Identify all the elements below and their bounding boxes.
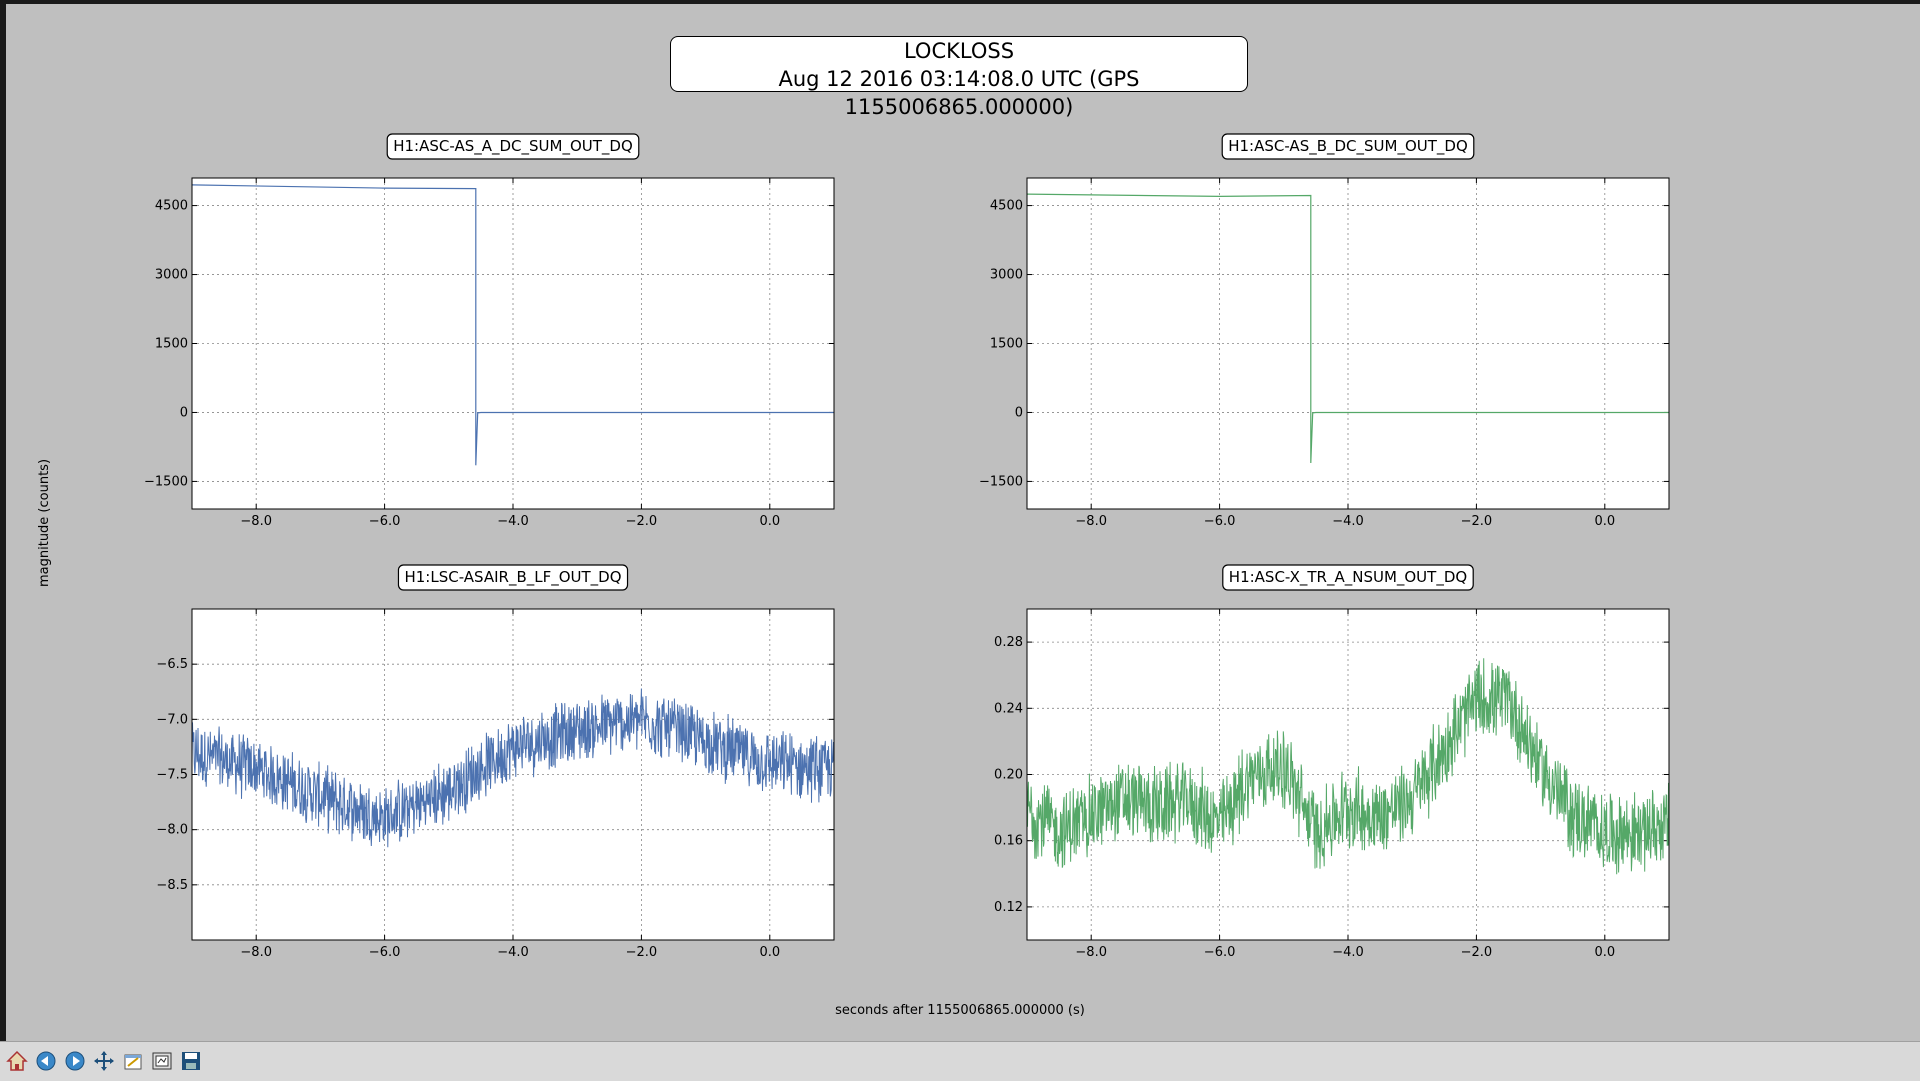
y-tick-label: −1500 — [979, 474, 1023, 489]
x-tick-label: −6.0 — [1204, 945, 1236, 960]
x-tick-label: −8.0 — [1075, 514, 1107, 529]
y-axis-label: magnitude (counts) — [37, 459, 52, 587]
home-icon — [6, 1050, 28, 1071]
y-tick-label: 1500 — [990, 337, 1023, 352]
y-tick-label: 3000 — [990, 268, 1023, 283]
x-tick-label: −4.0 — [497, 514, 529, 529]
y-tick-label: 0 — [180, 405, 188, 420]
x-tick-label: −8.0 — [1075, 945, 1107, 960]
y-tick-label: −6.5 — [156, 657, 188, 672]
subplot-title: H1:LSC-ASAIR_B_LF_OUT_DQ — [404, 568, 621, 587]
chart-panel-3: −8.0 −6.0 −4.0 −2.0 0.0 −8.5 −8.0 −7.5 −7.0 −6.5 H… — [156, 564, 835, 960]
home-button[interactable] — [4, 1048, 30, 1074]
y-tick-label: 4500 — [155, 199, 188, 214]
x-tick-label: −8.0 — [240, 945, 272, 960]
x-tick-label: −6.0 — [369, 945, 401, 960]
chart-panel-2: −8.0 −6.0 −4.0 −2.0 0.0 −1500 0 1500 3000 4500 H1:… — [979, 133, 1670, 529]
forward-button[interactable] — [62, 1048, 88, 1074]
pan-button[interactable] — [91, 1048, 117, 1074]
back-icon — [36, 1051, 56, 1071]
y-tick-label: 0 — [1015, 405, 1023, 420]
y-tick-label: −7.0 — [156, 712, 188, 727]
configure-button[interactable] — [120, 1048, 146, 1074]
x-tick-label: 0.0 — [759, 945, 780, 960]
chart-panel-1: −8.0 −6.0 −4.0 −2.0 0.0 −1500 0 1500 3000 4500 H1:… — [144, 133, 835, 529]
x-tick-label: 0.0 — [1594, 945, 1615, 960]
x-tick-label: −6.0 — [369, 514, 401, 529]
y-tick-label: 3000 — [155, 268, 188, 283]
subplot-title: H1:ASC-X_TR_A_NSUM_OUT_DQ — [1229, 568, 1467, 587]
configure-icon — [124, 1054, 142, 1070]
y-tick-label: 0.12 — [994, 900, 1023, 915]
x-tick-label: −6.0 — [1204, 514, 1236, 529]
x-tick-label: 0.0 — [1594, 514, 1615, 529]
figure-canvas: magnitude (counts) seconds after 1155006… — [37, 133, 1670, 1018]
y-tick-label: 0.20 — [994, 768, 1023, 783]
chart-panel-4: −8.0 −6.0 −4.0 −2.0 0.0 0.12 0.16 0.20 0.24 0.28 H… — [994, 564, 1670, 960]
y-tick-label: 0.28 — [994, 635, 1023, 650]
save-icon — [182, 1052, 200, 1070]
y-tick-label: −1500 — [144, 474, 188, 489]
subplot-title: H1:ASC-AS_A_DC_SUM_OUT_DQ — [393, 137, 633, 156]
x-tick-label: −2.0 — [1461, 945, 1493, 960]
x-axis-label: seconds after 1155006865.000000 (s) — [835, 1003, 1085, 1018]
x-tick-label: 0.0 — [759, 514, 780, 529]
x-tick-label: −4.0 — [1332, 945, 1364, 960]
y-tick-label: 0.24 — [994, 701, 1023, 716]
forward-icon — [65, 1051, 85, 1071]
y-tick-label: 1500 — [155, 337, 188, 352]
y-tick-label: 0.16 — [994, 834, 1023, 849]
y-tick-label: 4500 — [990, 199, 1023, 214]
x-tick-label: −2.0 — [1461, 514, 1493, 529]
y-tick-label: −7.5 — [156, 768, 188, 783]
y-tick-label: −8.0 — [156, 823, 188, 838]
x-tick-label: −8.0 — [240, 514, 272, 529]
toolbar — [0, 1041, 1920, 1081]
subplot-title: H1:ASC-AS_B_DC_SUM_OUT_DQ — [1228, 137, 1468, 156]
subplots-icon — [152, 1052, 172, 1070]
x-tick-label: −2.0 — [626, 514, 658, 529]
save-button[interactable] — [178, 1048, 204, 1074]
x-tick-label: −2.0 — [626, 945, 658, 960]
x-tick-label: −4.0 — [1332, 514, 1364, 529]
pan-icon — [94, 1051, 114, 1071]
back-button[interactable] — [33, 1048, 59, 1074]
x-tick-label: −4.0 — [497, 945, 529, 960]
subplots-button[interactable] — [149, 1048, 175, 1074]
y-tick-label: −8.5 — [156, 878, 188, 893]
